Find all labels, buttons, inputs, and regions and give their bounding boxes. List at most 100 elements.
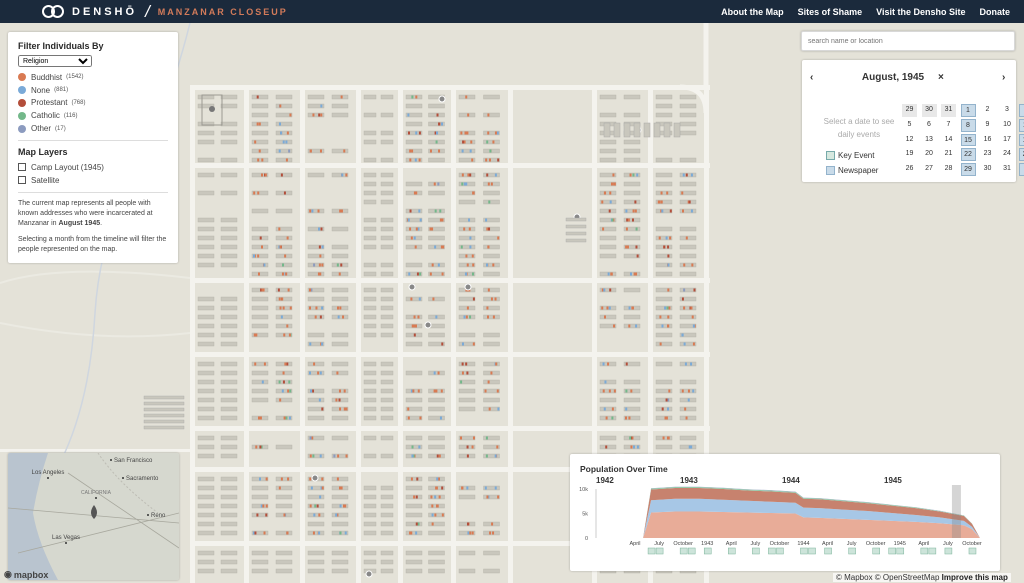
calendar-day[interactable]: 29 <box>960 163 976 176</box>
legend-dot <box>18 73 26 82</box>
timeline-event-marker[interactable] <box>752 547 760 555</box>
calendar-day[interactable]: 1 <box>960 104 976 117</box>
calendar-day[interactable]: 11 <box>1019 118 1024 132</box>
timeline-event-marker[interactable] <box>824 547 832 555</box>
filter-panel: Filter Individuals By Religion Buddhist(… <box>8 32 178 263</box>
timeline-event-marker[interactable] <box>968 547 977 555</box>
calendar-day[interactable]: 15 <box>960 133 976 147</box>
calendar-day[interactable]: 31 <box>941 104 956 117</box>
calendar-day[interactable]: 27 <box>922 163 937 176</box>
nav-links: About the Map Sites of Shame Visit the D… <box>721 0 1010 23</box>
mapbox-label: mapbox <box>13 569 49 580</box>
timeline-event-marker[interactable] <box>944 547 953 555</box>
x-tick-label: 1943 <box>701 541 713 547</box>
population-chart[interactable]: 1942 1943 1944 1945 10k 5k 0 April July October 19… <box>570 454 1000 571</box>
calendar-day[interactable]: 17 <box>1000 134 1015 147</box>
calendar-day[interactable]: 31 <box>1000 163 1015 176</box>
densho-logo[interactable]: DENSHŌ <box>42 4 137 20</box>
timeline-event-marker[interactable] <box>848 547 856 555</box>
timeline-event-marker[interactable] <box>872 547 880 555</box>
calendar-day[interactable]: 24 <box>1000 148 1015 161</box>
timeline-event-marker[interactable] <box>928 547 937 555</box>
calendar-day[interactable]: 14 <box>941 134 956 147</box>
legend-item[interactable]: Catholic (116) <box>18 109 168 122</box>
timeline-event-marker[interactable] <box>776 547 784 555</box>
calendar-day[interactable]: 25 <box>1019 148 1024 162</box>
calendar-day[interactable]: 30 <box>921 104 937 117</box>
nav-about[interactable]: About the Map <box>721 7 784 17</box>
timeline-event-marker[interactable] <box>647 547 656 555</box>
attribution-text[interactable]: © Mapbox © OpenStreetMap <box>836 573 939 582</box>
minimap-label: Las Vegas <box>52 535 80 541</box>
timeline-event-marker[interactable] <box>808 547 816 555</box>
calendar-day[interactable]: 8 <box>960 118 976 132</box>
calendar-day[interactable]: 20 <box>922 148 937 161</box>
calendar-day[interactable]: 13 <box>922 134 937 147</box>
calendar-day[interactable]: 2 <box>980 104 995 117</box>
legend-label: Protestant <box>31 98 68 108</box>
calendar-day[interactable]: 10 <box>1000 119 1015 132</box>
calendar-day[interactable]: 4 <box>1019 104 1024 117</box>
calendar-day[interactable]: 26 <box>902 163 917 176</box>
close-month-button[interactable]: × <box>938 72 944 83</box>
camp-layout-checkbox[interactable] <box>18 163 26 172</box>
nav-densho-site[interactable]: Visit the Densho Site <box>876 7 965 17</box>
key-event-legend: Key Event <box>826 151 874 160</box>
calendar-day[interactable]: 1 <box>1019 163 1024 176</box>
app-title[interactable]: MANZANAR CLOSEUP <box>158 7 288 17</box>
calendar-day[interactable]: 23 <box>980 148 995 161</box>
calendar-day[interactable]: 7 <box>941 119 956 132</box>
timeline-event-marker[interactable] <box>655 547 664 555</box>
legend-label: None <box>31 85 51 95</box>
newspaper-swatch <box>826 166 835 175</box>
legend-item[interactable]: None (881) <box>18 84 168 97</box>
timeline-event-marker[interactable] <box>800 547 808 555</box>
calendar-day[interactable]: 5 <box>902 119 917 132</box>
timeline-event-marker[interactable] <box>687 547 696 555</box>
calendar-day[interactable]: 19 <box>902 148 917 161</box>
timeline-event-marker[interactable] <box>679 547 688 555</box>
legend-item[interactable]: Other (17) <box>18 122 168 135</box>
timeline-event-marker[interactable] <box>896 547 905 555</box>
calendar-day[interactable]: 28 <box>941 163 956 176</box>
top-navbar: DENSHŌ / MANZANAR CLOSEUP About the Map … <box>0 0 1024 23</box>
minimap-label: Reno <box>151 513 166 519</box>
calendar-day[interactable]: 29 <box>902 104 917 117</box>
mapbox-logo[interactable]: ◉ mapbox <box>4 569 48 580</box>
timeline-hint: Selecting a month from the timeline will… <box>18 235 167 253</box>
overview-minimap[interactable]: San Francisco Sacramento CALIFORNIA Los Ang… <box>8 453 179 580</box>
calendar-day[interactable]: 30 <box>980 163 995 176</box>
divider <box>18 191 168 193</box>
search-input[interactable] <box>801 31 1015 51</box>
filter-select[interactable]: Religion <box>18 55 92 67</box>
calendar-day[interactable]: 12 <box>902 134 917 147</box>
legend-list: Buddhist (1542) None (881) Protestant (768) Ca… <box>18 71 168 135</box>
layer-camp-layout[interactable]: Camp Layout (1945) <box>18 161 168 174</box>
legend-count: (116) <box>63 112 78 119</box>
timeline-event-marker[interactable] <box>888 547 896 555</box>
timeline-event-marker[interactable] <box>920 547 929 555</box>
minimap-canvas[interactable]: San Francisco Sacramento CALIFORNIA Los Ang… <box>8 453 179 580</box>
calendar-day[interactable]: 18 <box>1019 133 1024 147</box>
newspaper-legend: Newspaper <box>826 166 878 175</box>
calendar-day[interactable]: 3 <box>1000 104 1015 117</box>
improve-map-link[interactable]: Improve this map <box>942 573 1008 582</box>
calendar-day[interactable]: 21 <box>941 148 956 161</box>
satellite-checkbox[interactable] <box>18 176 26 185</box>
next-month-button[interactable]: › <box>1002 72 1005 83</box>
layer-satellite[interactable]: Satellite <box>18 174 168 187</box>
legend-item[interactable]: Buddhist (1542) <box>18 71 168 84</box>
legend-dot <box>18 124 26 133</box>
legend-item[interactable]: Protestant (768) <box>18 97 168 110</box>
calendar-day[interactable]: 9 <box>980 119 995 132</box>
timeline-event-marker[interactable] <box>703 547 712 555</box>
calendar-day[interactable]: 22 <box>960 148 976 162</box>
nav-sites-of-shame[interactable]: Sites of Shame <box>798 7 863 17</box>
x-tick-label: October <box>866 541 886 547</box>
selected-month-marker[interactable] <box>951 485 961 538</box>
calendar-day[interactable]: 6 <box>922 119 937 132</box>
timeline-event-marker[interactable] <box>768 547 776 555</box>
nav-donate[interactable]: Donate <box>979 7 1010 17</box>
timeline-event-marker[interactable] <box>728 547 736 555</box>
calendar-day[interactable]: 16 <box>980 134 995 147</box>
